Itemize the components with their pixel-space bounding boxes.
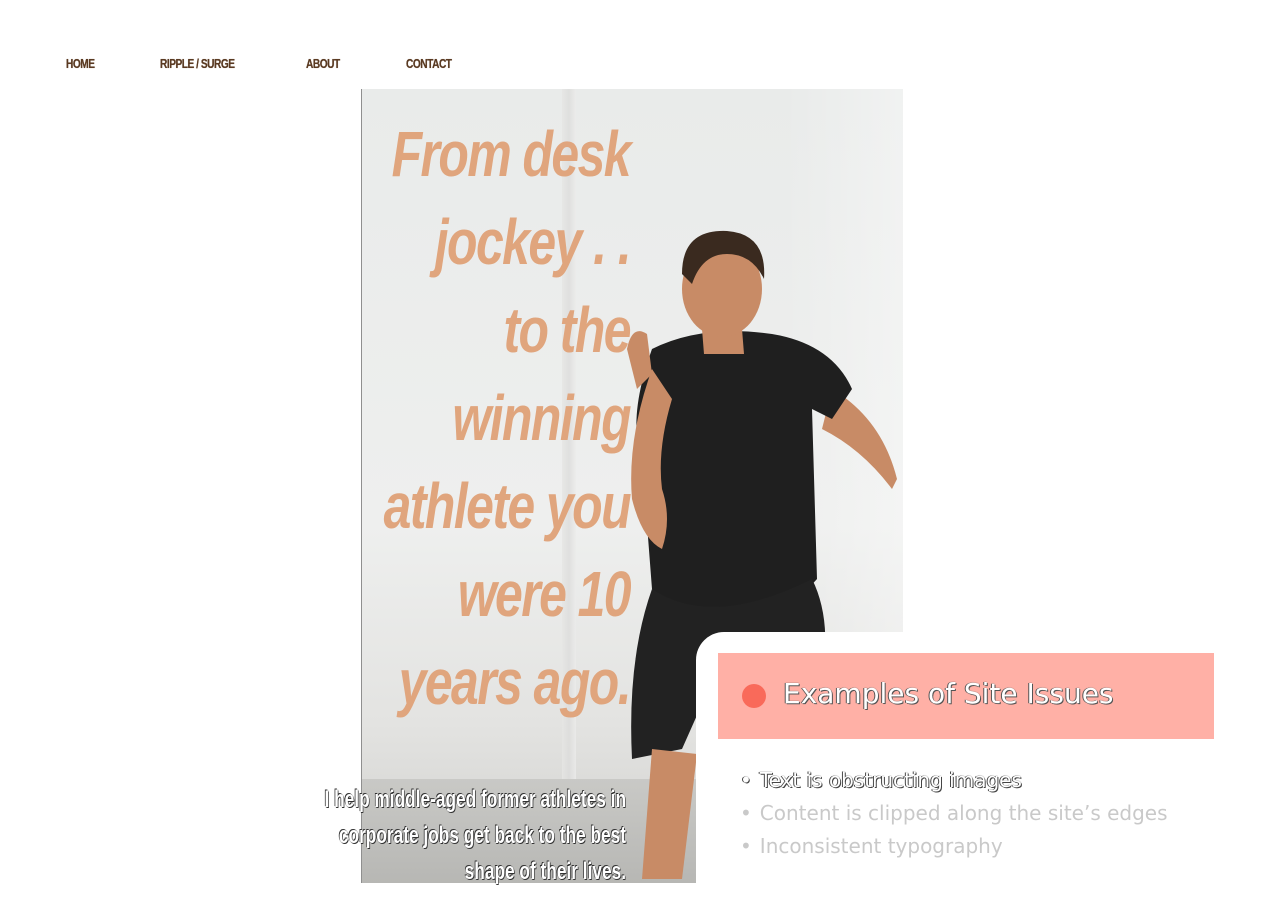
subtext-line: shape of their lives. <box>464 858 626 885</box>
issue-text: Inconsistent typography <box>759 834 1003 858</box>
headline-line: From desk <box>391 118 632 190</box>
issues-title: Examples of Site Issues <box>783 677 1114 710</box>
issue-item: • Inconsistent typography <box>740 830 1168 863</box>
subtext-line: corporate jobs get back to the best <box>338 822 626 849</box>
issues-list: • Text is obstructing images • Content is … <box>740 764 1168 863</box>
bullet-icon: • <box>740 801 752 825</box>
headline-line: jockey . . <box>434 206 632 278</box>
headline-line: winning <box>452 382 631 454</box>
nav-about-link[interactable]: ABOUT <box>306 56 340 71</box>
issues-header: Examples of Site Issues <box>718 653 1214 739</box>
headline-line: athlete you <box>383 470 632 542</box>
bullet-icon: • <box>740 768 752 792</box>
headline-line: were 10 <box>457 558 632 630</box>
issue-item: • Text is obstructing images <box>740 764 1168 797</box>
nav-contact-link[interactable]: CONTACT <box>406 56 452 71</box>
nav-home-link[interactable]: HOME <box>66 56 95 71</box>
hero-subtext: I help middle-aged former athletes in co… <box>175 782 626 890</box>
issue-item: • Content is clipped along the site’s edg… <box>740 797 1168 830</box>
subtext-line: I help middle-aged former athletes in <box>324 786 626 813</box>
headline-line: to the <box>503 294 631 366</box>
nav-ripple-surge-link[interactable]: RIPPLE / SURGE <box>160 56 235 71</box>
hero-headline: From desk jockey . . to the winning athl… <box>139 110 632 726</box>
issue-text: Text is obstructing images <box>759 768 1022 792</box>
status-dot-icon <box>742 684 766 708</box>
bullet-icon: • <box>740 834 752 858</box>
issue-text: Content is clipped along the site’s edge… <box>759 801 1168 825</box>
headline-line: years ago. <box>398 646 632 718</box>
